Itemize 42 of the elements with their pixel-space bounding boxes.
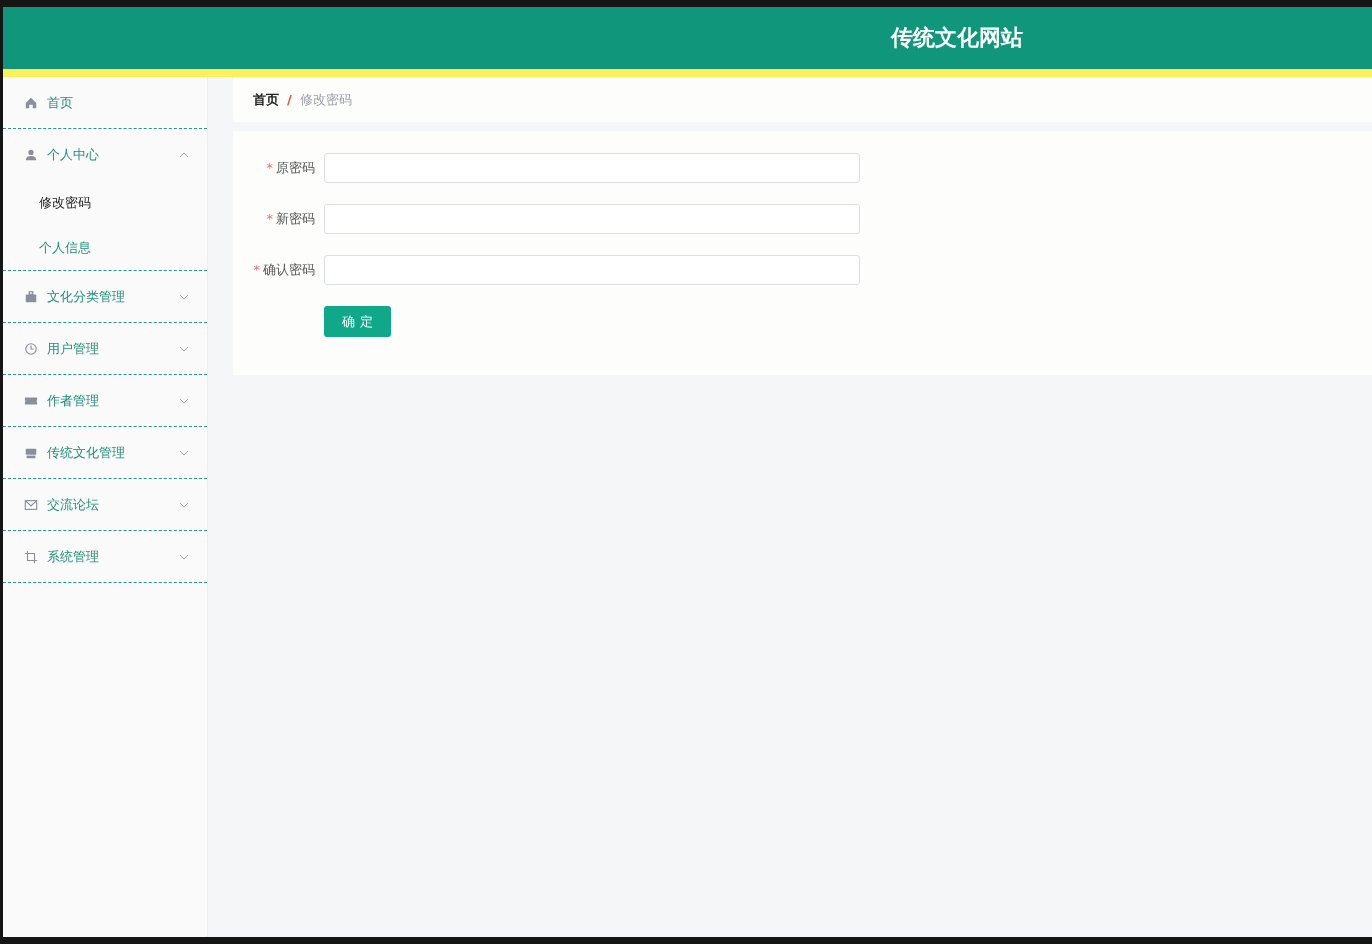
home-icon (24, 95, 38, 110)
site-title: 传统文化网站 (891, 24, 1023, 52)
menu-label: 交流论坛 (47, 495, 100, 514)
menu-label: 用户管理 (47, 339, 100, 358)
menu-label: 系统管理 (47, 547, 100, 566)
confirm-button[interactable]: 确 定 (324, 306, 391, 337)
menu-item[interactable]: 交流论坛 (3, 479, 207, 530)
menu-item[interactable]: 文化分类管理 (3, 271, 207, 322)
menu-label: 首页 (47, 93, 74, 112)
menu-label: 个人中心 (47, 145, 100, 164)
menu-item[interactable]: 作者管理 (3, 375, 207, 426)
breadcrumb-item: 修改密码 (299, 90, 352, 109)
field-label: 新密码 (276, 211, 315, 226)
chevron-icon (179, 293, 189, 300)
briefcase-icon (24, 289, 38, 304)
submenu-item[interactable]: 个人信息 (3, 225, 207, 270)
crop-icon (24, 549, 38, 564)
menu-label: 文化分类管理 (47, 287, 126, 306)
field-label: 原密码 (276, 160, 315, 175)
menu-item[interactable]: 用户管理 (3, 323, 207, 374)
required-mark: * (266, 211, 273, 226)
mail-icon (24, 497, 38, 512)
menu-item[interactable]: 系统管理 (3, 531, 207, 582)
menu-label: 传统文化管理 (47, 443, 126, 462)
menu-item[interactable]: 个人中心 (3, 129, 207, 180)
submenu-item[interactable]: 修改密码 (3, 180, 207, 225)
field-label: 确认密码 (263, 262, 315, 277)
menu-item[interactable]: 首页 (3, 77, 207, 128)
breadcrumb-item[interactable]: 首页 (253, 90, 279, 109)
user-icon (24, 147, 38, 162)
menu-item[interactable]: 传统文化管理 (3, 427, 207, 478)
chevron-icon (179, 553, 189, 560)
chevron-icon (179, 151, 189, 158)
chevron-icon (179, 345, 189, 352)
chevron-icon (179, 501, 189, 508)
breadcrumb-separator: / (287, 92, 292, 107)
required-mark: * (266, 160, 273, 175)
menu-label: 作者管理 (47, 391, 100, 410)
required-mark: * (253, 262, 260, 277)
clock-icon (24, 341, 38, 356)
chevron-icon (179, 397, 189, 404)
chevron-icon (179, 449, 189, 456)
